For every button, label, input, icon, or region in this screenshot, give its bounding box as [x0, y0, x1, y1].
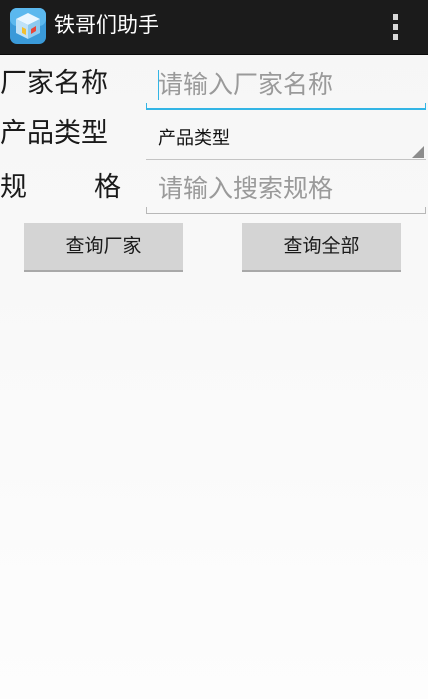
product-type-label: 产品类型 — [0, 118, 108, 149]
action-bar: 铁哥们助手 — [0, 0, 428, 54]
spinner-arrow-icon — [412, 146, 424, 158]
text-caret — [158, 70, 159, 100]
spec-underline — [146, 207, 426, 214]
spec-label-char-1: 规 — [0, 172, 27, 203]
app-title: 铁哥们助手 — [54, 13, 159, 37]
spec-field[interactable] — [146, 168, 426, 214]
vendor-name-input[interactable] — [146, 64, 416, 104]
overflow-menu-icon[interactable] — [386, 10, 406, 44]
query-all-button[interactable]: 查询全部 — [242, 223, 401, 270]
spec-label-char-2: 格 — [94, 172, 121, 203]
app-cube-icon[interactable] — [9, 7, 47, 45]
spinner-underline — [146, 159, 426, 160]
query-vendor-button[interactable]: 查询厂家 — [24, 223, 183, 270]
spec-input[interactable] — [146, 168, 416, 208]
product-type-selected: 产品类型 — [158, 128, 230, 149]
product-type-spinner[interactable]: 产品类型 — [146, 118, 426, 160]
vendor-name-underline — [146, 103, 426, 110]
vendor-name-label: 厂家名称 — [0, 68, 108, 99]
vendor-name-field[interactable] — [146, 64, 426, 110]
